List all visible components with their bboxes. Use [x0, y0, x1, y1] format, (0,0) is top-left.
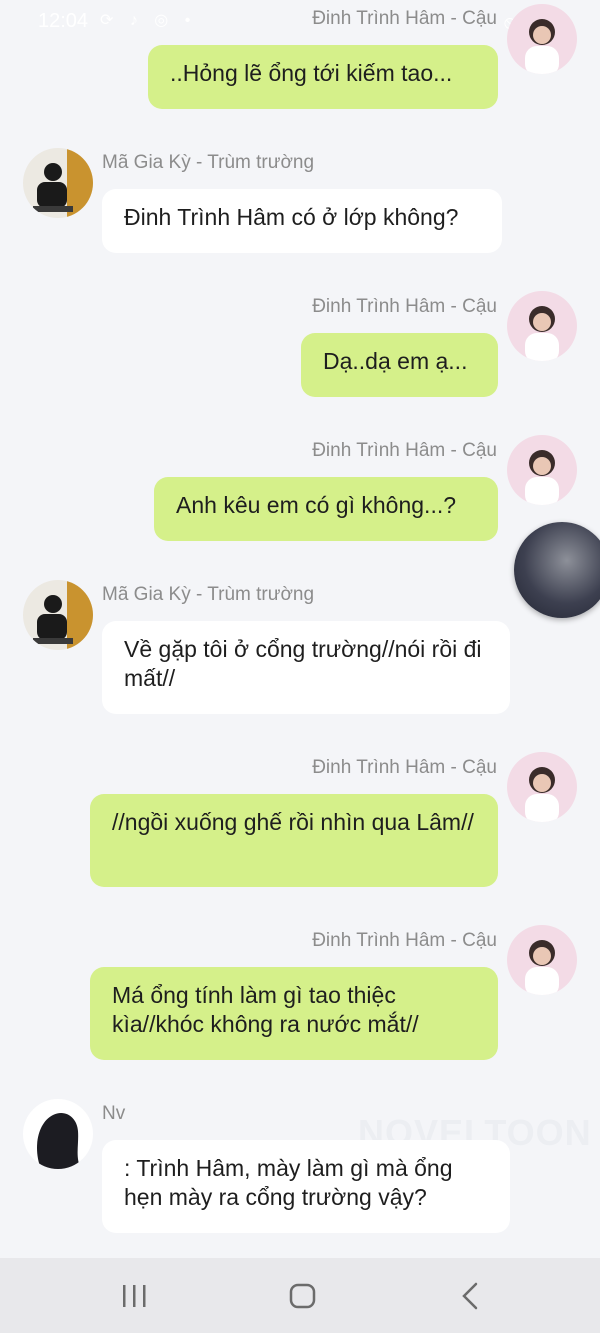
avatar-dinh-trinh-ham[interactable] [507, 925, 577, 995]
avatar-dinh-trinh-ham[interactable] [507, 4, 577, 74]
sender-name: Mã Gia Kỳ - Trùm trường [102, 584, 315, 605]
avatar-narrator[interactable] [23, 1099, 93, 1169]
avatar-dinh-trinh-ham[interactable] [507, 435, 577, 505]
message-bubble[interactable]: Má ổng tính làm gì tao thiệc kìa//khóc k… [90, 967, 498, 1060]
status-time: 12:04 [38, 10, 89, 32]
sender-name: Đinh Trình Hâm - Cậu [312, 757, 497, 778]
sender-name: Mã Gia Kỳ - Trùm trường [102, 152, 315, 173]
sender-name: Đinh Trình Hâm - Cậu [312, 930, 497, 951]
avatar-ma-gia-ky[interactable] [23, 148, 93, 218]
sender-name: Đinh Trình Hâm - Cậu [312, 296, 497, 317]
sender-name: Đinh Trình Hâm - Cậu [312, 440, 497, 461]
back-icon[interactable] [450, 1280, 490, 1312]
sender-name: Nv [102, 1103, 126, 1124]
message-bubble[interactable]: Về gặp tôi ở cổng trường//nói rồi đi mất… [102, 621, 510, 714]
message-bubble[interactable]: Anh kêu em có gì không...? [154, 477, 498, 541]
message-bubble[interactable]: Dạ..dạ em ạ... [301, 333, 498, 397]
navigation-bar [0, 1258, 600, 1333]
message-bubble[interactable]: Đinh Trình Hâm có ở lớp không? [102, 189, 502, 253]
message-bubble[interactable]: : Trình Hâm, mày làm gì mà ổng hẹn mày r… [102, 1140, 510, 1233]
avatar-dinh-trinh-ham[interactable] [507, 291, 577, 361]
avatar-ma-gia-ky[interactable] [23, 580, 93, 650]
message-bubble[interactable]: ..Hỏng lẽ ổng tới kiếm tao... [148, 45, 498, 109]
floating-photo-button[interactable] [514, 522, 600, 618]
home-icon[interactable] [282, 1280, 322, 1312]
message-bubble[interactable]: //ngồi xuống ghế rồi nhìn qua Lâm// [90, 794, 498, 887]
sender-name: Đinh Trình Hâm - Cậu [312, 8, 497, 29]
notification-icons: ⟳ ♪ ◎ • [100, 12, 197, 29]
avatar-dinh-trinh-ham[interactable] [507, 752, 577, 822]
recent-apps-icon[interactable] [114, 1280, 154, 1312]
